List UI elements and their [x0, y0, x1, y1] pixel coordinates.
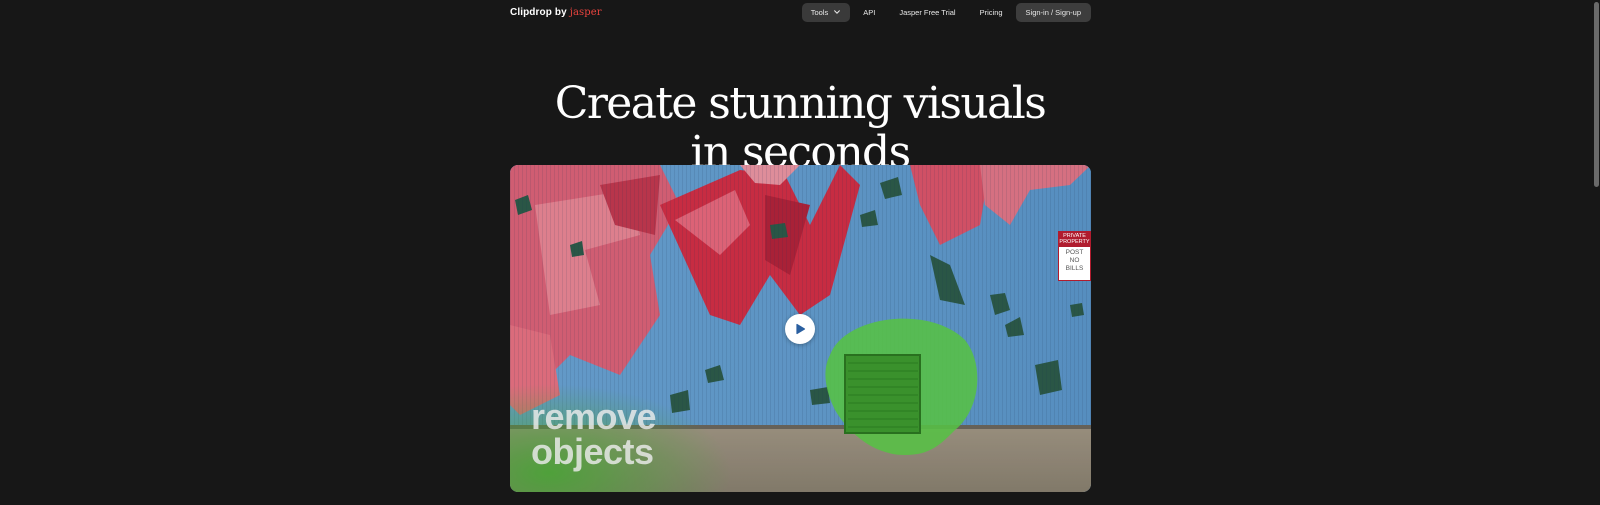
page: Clipdrop by jasper Tools API Jasper Free…	[0, 0, 1600, 505]
private-property-sign: PRIVATE PROPERTY POST NO BILLS	[1058, 231, 1091, 281]
top-nav: Clipdrop by jasper Tools API Jasper Free…	[510, 2, 1091, 22]
logo-by: by	[554, 6, 567, 18]
sign-header: PRIVATE PROPERTY	[1059, 232, 1090, 247]
sign-body: POST NO BILLS	[1059, 247, 1090, 273]
demo-video[interactable]: PRIVATE PROPERTY POST NO BILLS remove ob…	[510, 165, 1091, 492]
nav-link-api[interactable]: API	[854, 3, 884, 22]
sign-line-3: POST	[1065, 249, 1084, 256]
nav-link-jasper-free-trial[interactable]: Jasper Free Trial	[890, 3, 964, 22]
play-icon	[796, 323, 806, 335]
sign-line-5: BILLS	[1065, 265, 1084, 272]
video-caption-line-1: remove	[531, 396, 657, 437]
tools-label: Tools	[810, 7, 829, 17]
chevron-down-icon	[834, 10, 841, 14]
tools-dropdown-button[interactable]: Tools	[801, 2, 851, 22]
video-caption: remove objects	[531, 396, 657, 472]
signin-button[interactable]: Sign-in / Sign-up	[1015, 2, 1091, 22]
page-scrollbar[interactable]	[1594, 2, 1599, 187]
clipdrop-logo[interactable]: Clipdrop by jasper	[510, 7, 602, 18]
video-caption-line-2: objects	[531, 431, 654, 472]
nav-links: Tools API Jasper Free Trial Pricing Sign…	[801, 2, 1091, 22]
logo-partner: jasper	[569, 6, 602, 18]
play-button[interactable]	[785, 314, 815, 344]
hero-title-line-1: Create stunning visuals	[554, 78, 1047, 130]
nav-link-pricing[interactable]: Pricing	[971, 3, 1012, 22]
logo-brand: Clipdrop	[510, 6, 552, 18]
sign-line-2: PROPERTY	[1059, 239, 1090, 245]
hero-title: Create stunning visuals in seconds	[0, 79, 1600, 177]
sign-line-4: NO	[1069, 257, 1080, 264]
